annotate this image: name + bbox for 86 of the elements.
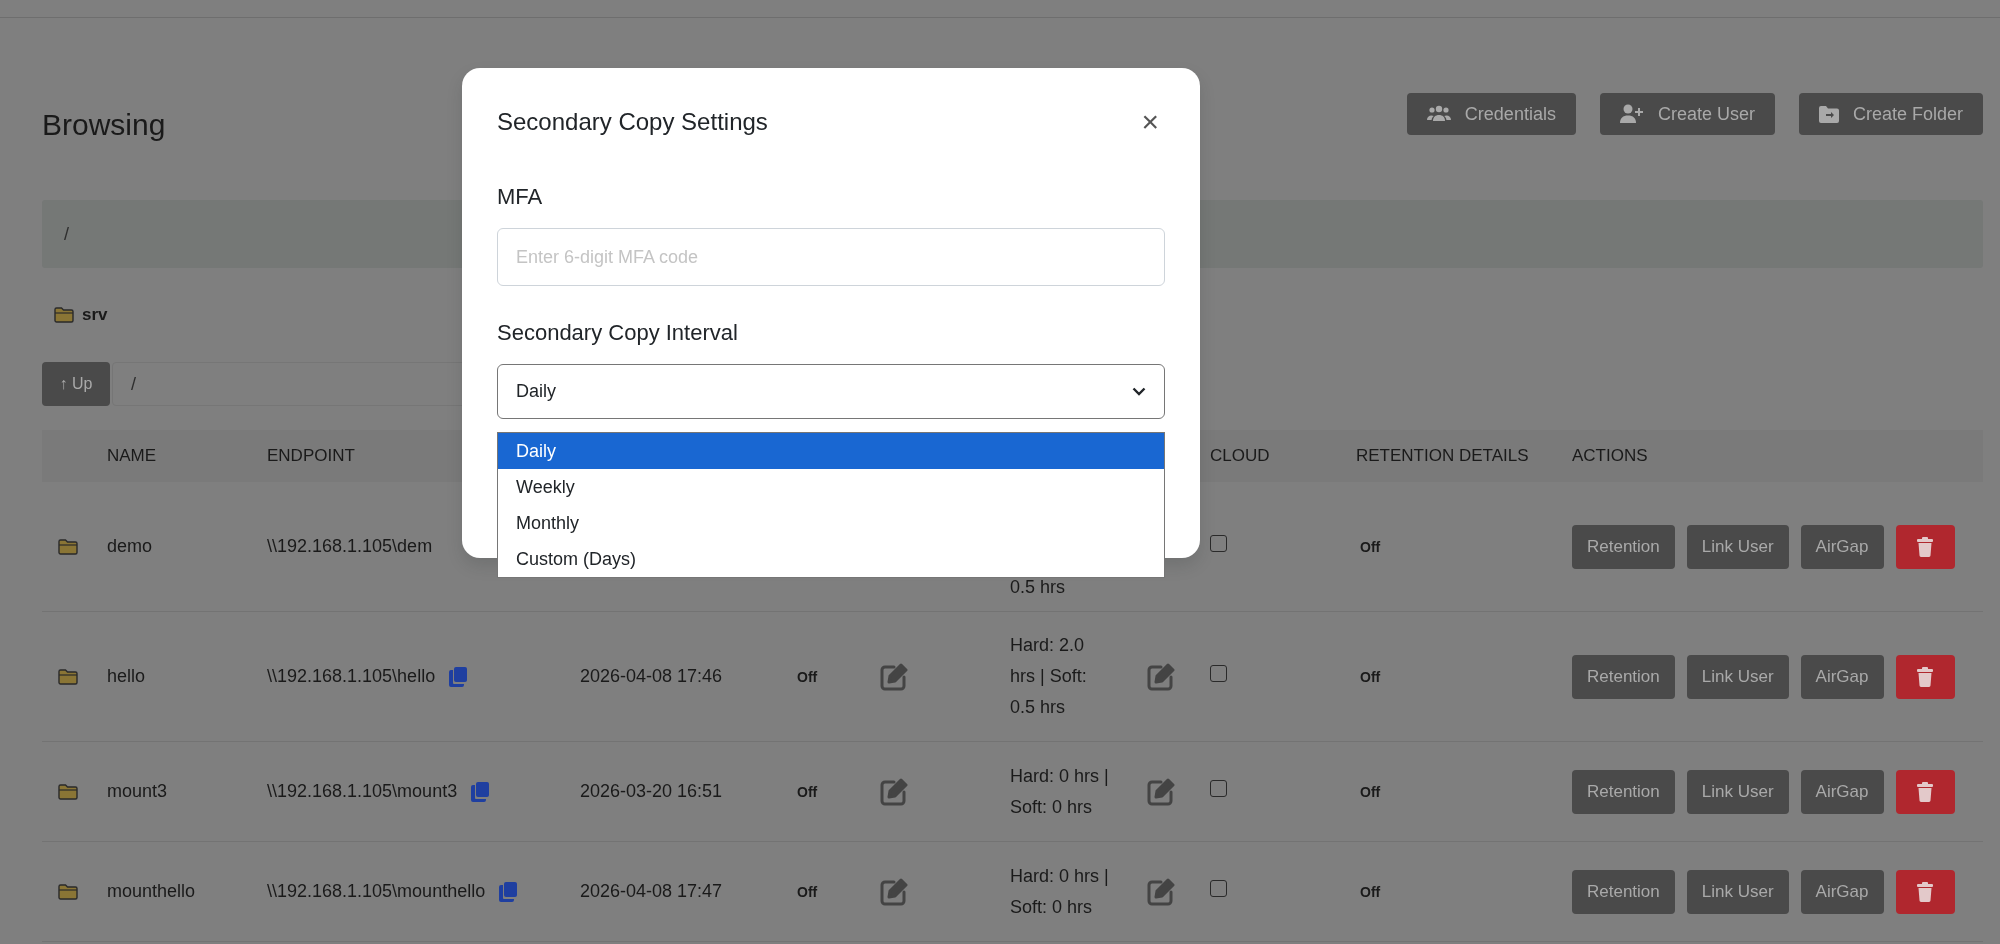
cloud-checkbox[interactable] — [1210, 665, 1227, 682]
delete-button[interactable] — [1895, 524, 1955, 569]
action-button[interactable]: Link User — [1686, 869, 1789, 914]
status-text: Off — [797, 784, 818, 800]
edit-icon — [1147, 662, 1175, 691]
users-icon — [1426, 105, 1451, 123]
column-header: RETENTION DETAILS — [1356, 446, 1529, 466]
close-button[interactable]: × — [1135, 107, 1165, 137]
dropdown-option[interactable]: Custom (Days) — [498, 541, 1164, 577]
status-text: Off — [797, 669, 818, 685]
action-button[interactable]: Link User — [1686, 654, 1789, 699]
delete-button[interactable] — [1895, 769, 1955, 814]
column-header: NAME — [107, 446, 157, 466]
time-limits: Hard: 2.0 hrs | Soft: 0.5 hrs — [1010, 634, 1088, 719]
endpoint-path: \\192.168.1.105\hello — [267, 665, 436, 688]
trash-icon — [1917, 781, 1933, 802]
folder-link[interactable]: srv — [54, 302, 108, 328]
time-limits: Hard: 0 hrs | Soft: 0 hrs — [1010, 864, 1110, 919]
chevron-icon — [1132, 387, 1146, 396]
modified-date: 2026-04-08 17:46 — [580, 666, 723, 686]
action-button[interactable]: Link User — [1686, 769, 1789, 814]
cloud-checkbox[interactable] — [1210, 780, 1227, 797]
dropdown-field[interactable]: Daily — [497, 364, 1165, 419]
folder-name: hello — [107, 666, 146, 686]
toolbar-button[interactable]: Create Folder — [1798, 93, 1983, 135]
status-text: Off — [797, 884, 818, 900]
endpoint-path: \\192.168.1.105\dem — [267, 535, 433, 558]
folder-icon — [58, 784, 78, 801]
action-button[interactable]: Retention — [1572, 769, 1675, 814]
retention-status: Off — [1360, 539, 1381, 555]
action-button[interactable]: AirGap — [1800, 524, 1884, 569]
up-button[interactable]: ↑ Up — [42, 362, 110, 406]
folder-icon — [58, 669, 78, 686]
field-label: Secondary Copy Interval — [497, 319, 739, 347]
retention-status: Off — [1360, 784, 1381, 800]
action-button[interactable]: AirGap — [1800, 769, 1884, 814]
action-button[interactable]: Retention — [1572, 869, 1675, 914]
dropdown-option[interactable]: Weekly — [498, 469, 1164, 505]
retention-status: Off — [1360, 884, 1381, 900]
time-limits: Hard: 0 hrs | Soft: 0 hrs — [1010, 764, 1110, 819]
modified-date: 2026-04-08 17:47 — [580, 881, 723, 901]
endpoint-path: \\192.168.1.105\mount3 — [267, 780, 458, 803]
copy-icon — [499, 881, 518, 902]
delete-button[interactable] — [1895, 654, 1955, 699]
trash-icon — [1917, 881, 1933, 902]
endpoint-path: \\192.168.1.105\mounthello — [267, 880, 486, 903]
column-header: ENDPOINT — [267, 446, 355, 466]
cloud-checkbox[interactable] — [1210, 880, 1227, 897]
retention-status: Off — [1360, 669, 1381, 685]
modified-date: 2026-03-20 16:51 — [580, 781, 723, 801]
delete-button[interactable] — [1895, 869, 1955, 914]
cloud-checkbox[interactable] — [1210, 535, 1227, 552]
edit-icon — [1147, 777, 1175, 806]
folder-icon — [1818, 105, 1839, 123]
edit-icon — [1147, 877, 1175, 906]
edit-icon — [880, 662, 908, 691]
field-label: MFA — [497, 183, 544, 211]
folder-icon — [54, 307, 74, 323]
dropdown-option[interactable]: Daily — [498, 433, 1164, 469]
folder-name: demo — [107, 536, 153, 556]
action-button[interactable]: AirGap — [1800, 654, 1884, 699]
action-button[interactable]: Link User — [1686, 524, 1789, 569]
action-button[interactable]: AirGap — [1800, 869, 1884, 914]
toolbar-button[interactable]: Credentials — [1406, 93, 1576, 135]
edit-icon — [880, 877, 908, 906]
dialog-title: Secondary Copy Settings — [497, 107, 768, 137]
edit-icon — [880, 777, 908, 806]
page-title: Browsing — [42, 107, 166, 143]
folder-name: mounthello — [107, 881, 196, 901]
folder-icon — [58, 884, 78, 901]
folder-icon — [58, 539, 78, 556]
copy-icon — [449, 666, 468, 687]
copy-icon — [471, 781, 490, 802]
input-field[interactable]: Enter 6-digit MFA code — [497, 228, 1165, 286]
breadcrumb-item[interactable]: / — [64, 220, 69, 248]
folder-name: mount3 — [107, 781, 168, 801]
trash-icon — [1917, 666, 1933, 687]
dropdown-option[interactable]: Monthly — [498, 505, 1164, 541]
toolbar-button[interactable]: Create User — [1599, 93, 1775, 135]
column-header: CLOUD — [1210, 446, 1270, 466]
trash-icon — [1917, 536, 1933, 557]
column-header: ACTIONS — [1572, 446, 1648, 466]
action-button[interactable]: Retention — [1572, 654, 1675, 699]
action-button[interactable]: Retention — [1572, 524, 1675, 569]
user-plus-icon — [1619, 104, 1644, 124]
time-limits: 0.5 hrs — [1010, 576, 1067, 599]
